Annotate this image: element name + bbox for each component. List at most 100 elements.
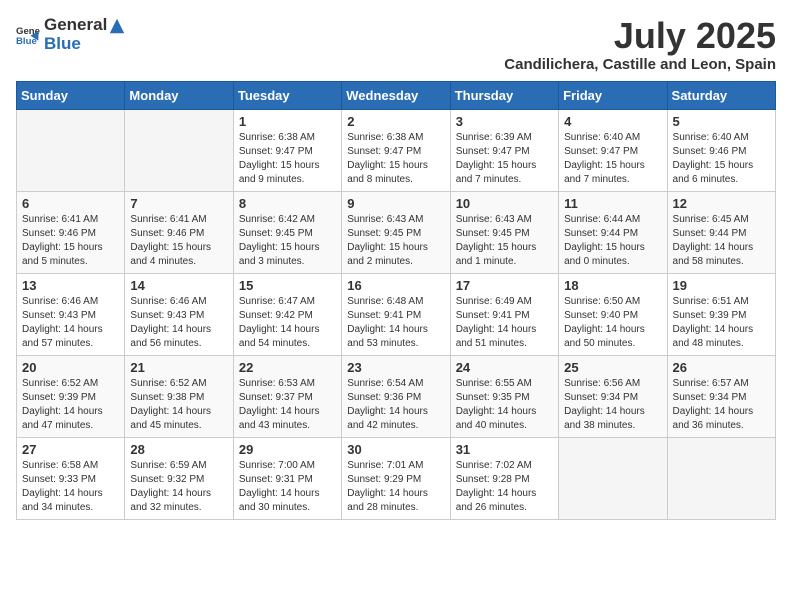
calendar-cell [17,109,125,191]
calendar-cell: 1 Sunrise: 6:38 AMSunset: 9:47 PMDaylight… [233,109,341,191]
day-number: 13 [22,278,119,293]
calendar-cell: 7Sunrise: 6:41 AMSunset: 9:46 PMDaylight… [125,191,233,273]
cell-content: Sunrise: 6:52 AMSunset: 9:39 PMDaylight:… [22,377,119,433]
day-number: 4 [564,114,661,129]
calendar-week-row: 13 Sunrise: 6:46 AMSunset: 9:43 PMDayligh… [17,273,776,355]
cell-content: Sunrise: 6:49 AMSunset: 9:41 PMDaylight:… [456,295,553,351]
day-number: 20 [22,360,119,375]
calendar-cell: 28 Sunrise: 6:59 AMSunset: 9:32 PMDayligh… [125,437,233,519]
day-number: 15 [239,278,336,293]
day-number: 16 [347,278,444,293]
cell-content: Sunrise: 6:45 AMSunset: 9:44 PMDaylight:… [673,213,770,269]
cell-content: Sunrise: 7:01 AMSunset: 9:29 PMDaylight:… [347,459,444,515]
day-number: 5 [673,114,770,129]
calendar-cell [559,437,667,519]
calendar-cell: 6 Sunrise: 6:41 AMSunset: 9:46 PMDaylight… [17,191,125,273]
day-number: 1 [239,114,336,129]
calendar-week-row: 6 Sunrise: 6:41 AMSunset: 9:46 PMDaylight… [17,191,776,273]
day-number: 8 [239,196,336,211]
cell-content: Sunrise: 7:02 AMSunset: 9:28 PMDaylight:… [456,459,553,515]
calendar-cell: 5 Sunrise: 6:40 AMSunset: 9:46 PMDaylight… [667,109,775,191]
weekday-header: Saturday [667,81,775,109]
calendar-cell: 4 Sunrise: 6:40 AMSunset: 9:47 PMDaylight… [559,109,667,191]
day-number: 10 [456,196,553,211]
day-number: 6 [22,196,119,211]
calendar-cell: 27Sunrise: 6:58 AMSunset: 9:33 PMDayligh… [17,437,125,519]
calendar-cell: 22 Sunrise: 6:53 AMSunset: 9:37 PMDayligh… [233,355,341,437]
logo-icon: General Blue [16,23,40,47]
day-number: 31 [456,442,553,457]
calendar-table: SundayMondayTuesdayWednesdayThursdayFrid… [16,81,776,520]
calendar-cell: 21 Sunrise: 6:52 AMSunset: 9:38 PMDayligh… [125,355,233,437]
cell-content: Sunrise: 6:55 AMSunset: 9:35 PMDaylight:… [456,377,553,433]
cell-content: Sunrise: 6:41 AMSunset: 9:46 PMDaylight:… [22,213,119,269]
weekday-header: Thursday [450,81,558,109]
page-subtitle: Candilichera, Castille and Leon, Spain [504,56,776,73]
logo-blue: Blue [44,35,127,54]
cell-content: Sunrise: 6:58 AMSunset: 9:33 PMDaylight:… [22,459,119,515]
cell-content: Sunrise: 7:00 AMSunset: 9:31 PMDaylight:… [239,459,336,515]
cell-content: Sunrise: 6:44 AMSunset: 9:44 PMDaylight:… [564,213,661,269]
day-number: 28 [130,442,227,457]
logo: General Blue General Blue [16,16,127,53]
cell-content: Sunrise: 6:38 AMSunset: 9:47 PMDaylight:… [239,131,336,187]
day-number: 26 [673,360,770,375]
day-number: 9 [347,196,444,211]
calendar-cell [667,437,775,519]
cell-content: Sunrise: 6:52 AMSunset: 9:38 PMDaylight:… [130,377,227,433]
day-number: 21 [130,360,227,375]
weekday-header: Friday [559,81,667,109]
day-number: 14 [130,278,227,293]
calendar-cell: 9Sunrise: 6:43 AMSunset: 9:45 PMDaylight… [342,191,450,273]
calendar-week-row: 1 Sunrise: 6:38 AMSunset: 9:47 PMDaylight… [17,109,776,191]
weekday-header: Sunday [17,81,125,109]
calendar-cell: 20 Sunrise: 6:52 AMSunset: 9:39 PMDayligh… [17,355,125,437]
calendar-cell: 25Sunrise: 6:56 AMSunset: 9:34 PMDayligh… [559,355,667,437]
day-number: 25 [564,360,661,375]
cell-content: Sunrise: 6:53 AMSunset: 9:37 PMDaylight:… [239,377,336,433]
cell-content: Sunrise: 6:42 AMSunset: 9:45 PMDaylight:… [239,213,336,269]
calendar-cell: 12Sunrise: 6:45 AMSunset: 9:44 PMDayligh… [667,191,775,273]
cell-content: Sunrise: 6:43 AMSunset: 9:45 PMDaylight:… [456,213,553,269]
calendar-cell: 8 Sunrise: 6:42 AMSunset: 9:45 PMDaylight… [233,191,341,273]
calendar-cell: 14 Sunrise: 6:46 AMSunset: 9:43 PMDayligh… [125,273,233,355]
calendar-cell: 19Sunrise: 6:51 AMSunset: 9:39 PMDayligh… [667,273,775,355]
calendar-cell: 13 Sunrise: 6:46 AMSunset: 9:43 PMDayligh… [17,273,125,355]
weekday-header: Wednesday [342,81,450,109]
calendar-cell [125,109,233,191]
calendar-cell: 24 Sunrise: 6:55 AMSunset: 9:35 PMDayligh… [450,355,558,437]
calendar-cell: 15Sunrise: 6:47 AMSunset: 9:42 PMDayligh… [233,273,341,355]
calendar-cell: 17 Sunrise: 6:49 AMSunset: 9:41 PMDayligh… [450,273,558,355]
day-number: 11 [564,196,661,211]
calendar-cell: 29Sunrise: 7:00 AMSunset: 9:31 PMDayligh… [233,437,341,519]
cell-content: Sunrise: 6:59 AMSunset: 9:32 PMDaylight:… [130,459,227,515]
day-number: 30 [347,442,444,457]
day-number: 17 [456,278,553,293]
calendar-cell: 30 Sunrise: 7:01 AMSunset: 9:29 PMDayligh… [342,437,450,519]
cell-content: Sunrise: 6:57 AMSunset: 9:34 PMDaylight:… [673,377,770,433]
calendar-cell: 11 Sunrise: 6:44 AMSunset: 9:44 PMDayligh… [559,191,667,273]
calendar-cell: 2 Sunrise: 6:38 AMSunset: 9:47 PMDaylight… [342,109,450,191]
day-number: 2 [347,114,444,129]
cell-content: Sunrise: 6:50 AMSunset: 9:40 PMDaylight:… [564,295,661,351]
cell-content: Sunrise: 6:38 AMSunset: 9:47 PMDaylight:… [347,131,444,187]
cell-content: Sunrise: 6:46 AMSunset: 9:43 PMDaylight:… [130,295,227,351]
weekday-header: Tuesday [233,81,341,109]
day-number: 24 [456,360,553,375]
day-number: 22 [239,360,336,375]
svg-text:Blue: Blue [16,35,37,46]
cell-content: Sunrise: 6:40 AMSunset: 9:47 PMDaylight:… [564,131,661,187]
cell-content: Sunrise: 6:40 AMSunset: 9:46 PMDaylight:… [673,131,770,187]
calendar-week-row: 27Sunrise: 6:58 AMSunset: 9:33 PMDayligh… [17,437,776,519]
weekday-header: Monday [125,81,233,109]
header: General Blue General Blue July 2025 Cand… [16,16,776,73]
day-number: 7 [130,196,227,211]
calendar-cell: 3Sunrise: 6:39 AMSunset: 9:47 PMDaylight… [450,109,558,191]
cell-content: Sunrise: 6:39 AMSunset: 9:47 PMDaylight:… [456,131,553,187]
calendar-cell: 31 Sunrise: 7:02 AMSunset: 9:28 PMDayligh… [450,437,558,519]
logo-text: General [44,16,127,35]
calendar-cell: 26 Sunrise: 6:57 AMSunset: 9:34 PMDayligh… [667,355,775,437]
calendar-cell: 23Sunrise: 6:54 AMSunset: 9:36 PMDayligh… [342,355,450,437]
day-number: 18 [564,278,661,293]
cell-content: Sunrise: 6:46 AMSunset: 9:43 PMDaylight:… [22,295,119,351]
